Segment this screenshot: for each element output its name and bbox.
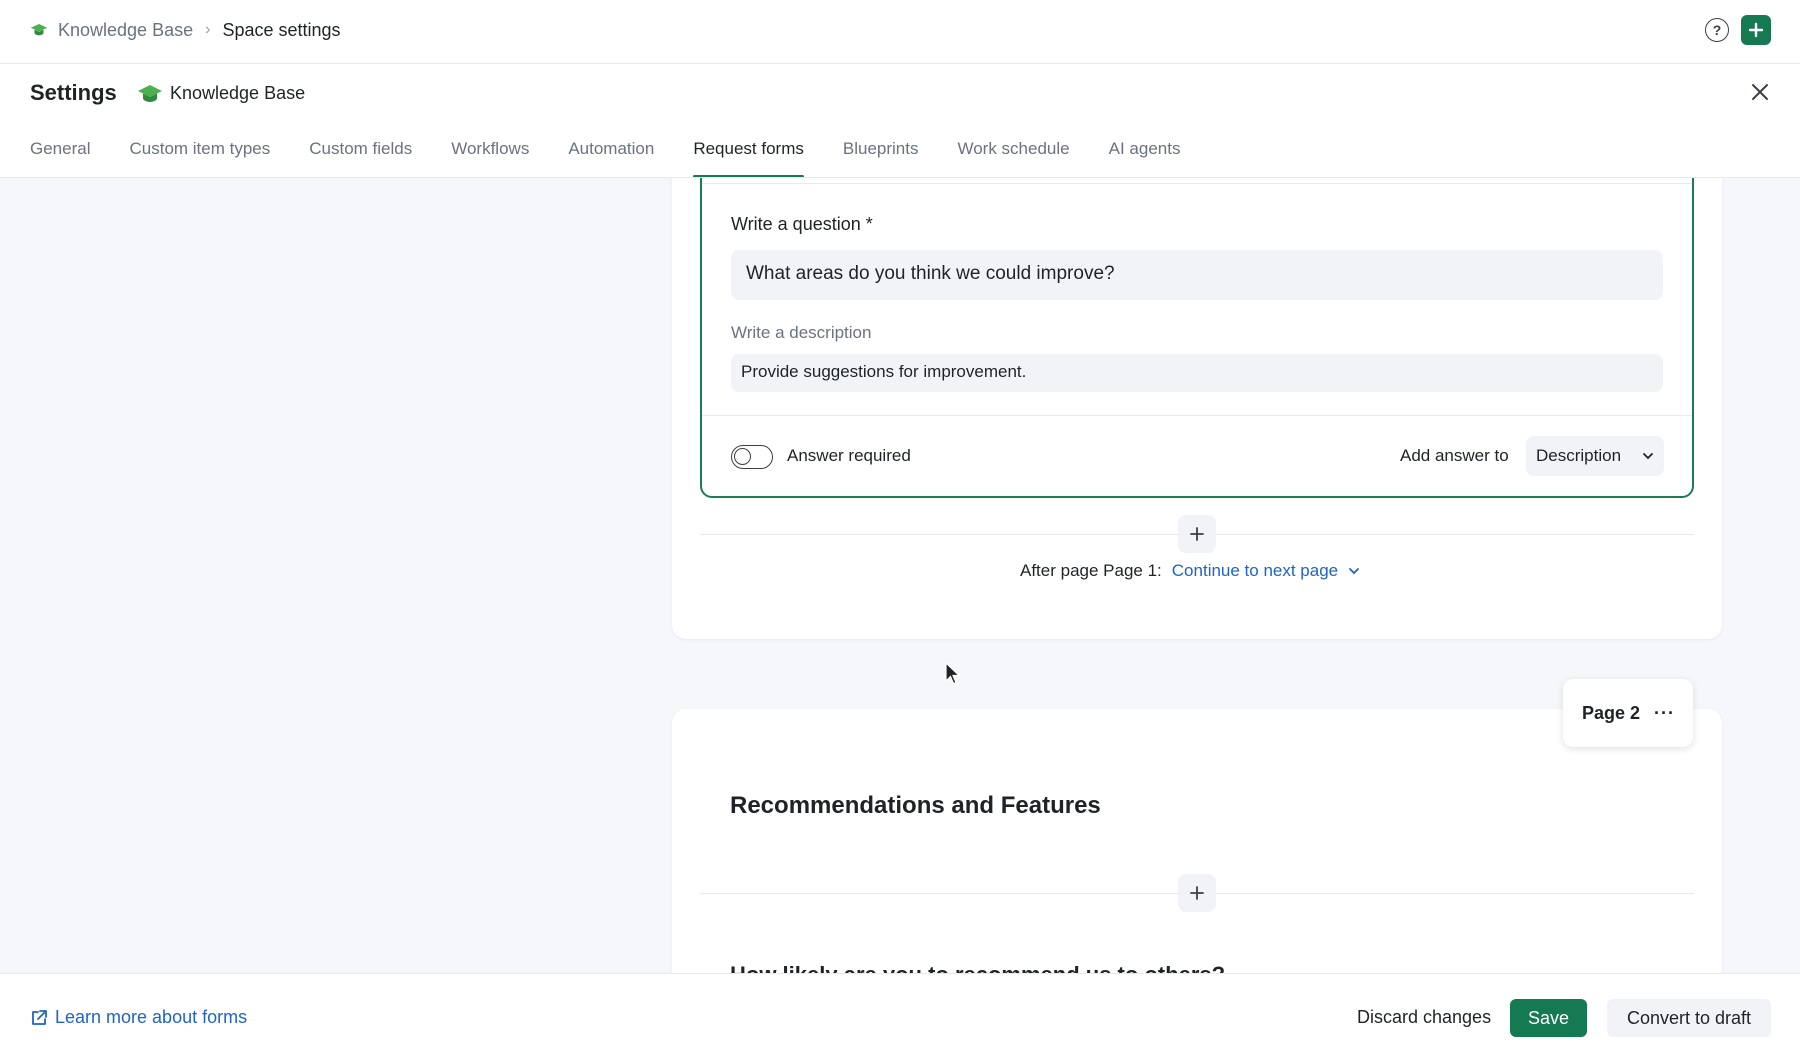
form-page-1-card: Write a question * What areas do you thi…	[672, 178, 1722, 639]
close-icon[interactable]	[1748, 80, 1772, 104]
description-input[interactable]: Provide suggestions for improvement.	[731, 354, 1663, 392]
tab-custom-fields[interactable]: Custom fields	[309, 128, 412, 178]
breadcrumb-knowledge-base[interactable]: Knowledge Base	[58, 20, 193, 41]
space-name: Knowledge Base	[170, 83, 306, 103]
tab-custom-item-types[interactable]: Custom item types	[129, 128, 270, 178]
space-chip: Knowledge Base	[138, 83, 305, 104]
learn-more-link[interactable]: Learn more about forms	[30, 1007, 247, 1028]
settings-tabs: General Custom item types Custom fields …	[30, 128, 1219, 178]
page-flow-value: Continue to next page	[1171, 561, 1339, 580]
toggle-knob	[734, 448, 751, 465]
create-button[interactable]	[1741, 15, 1771, 45]
description-label: Write a description	[731, 323, 872, 342]
tab-workflows[interactable]: Workflows	[451, 128, 529, 178]
page-2-label: Page 2	[1582, 702, 1641, 723]
chevron-right-icon: ›	[205, 21, 211, 38]
discard-changes-button[interactable]: Discard changes	[1357, 1007, 1491, 1028]
external-link-icon	[30, 1009, 48, 1027]
page-flow-select[interactable]: Continue to next page	[1172, 561, 1360, 581]
plus-icon	[1190, 886, 1204, 900]
add-answer-to-label: Add answer to	[1400, 446, 1509, 465]
add-question-button[interactable]	[1178, 515, 1216, 553]
graduation-cap-icon	[30, 21, 48, 39]
more-options-icon[interactable]: ···	[1654, 703, 1675, 724]
breadcrumb-current: Space settings	[222, 19, 341, 40]
question-label: Write a question *	[731, 214, 873, 234]
top-bar: Knowledge Base › Space settings ?	[0, 0, 1800, 64]
save-button[interactable]: Save	[1510, 999, 1587, 1037]
page-flow: After page Page 1: Continue to next page	[1020, 561, 1360, 581]
page-title: Settings	[30, 80, 117, 105]
question-input[interactable]: What areas do you think we could improve…	[731, 250, 1663, 300]
add-question-button[interactable]	[1178, 874, 1216, 912]
answer-required-label: Answer required	[787, 446, 911, 465]
question-editor: Write a question * What areas do you thi…	[700, 178, 1694, 498]
mouse-cursor-icon	[945, 662, 961, 685]
tab-work-schedule[interactable]: Work schedule	[957, 128, 1069, 178]
learn-more-label: Learn more about forms	[55, 1007, 248, 1027]
tab-request-forms[interactable]: Request forms	[693, 128, 804, 178]
page-flow-label: After page Page 1:	[1020, 561, 1162, 580]
plus-icon	[1190, 527, 1204, 541]
plus-icon	[1748, 22, 1764, 38]
form-page-2-card: Recommendations and Features How likely …	[672, 709, 1722, 973]
add-answer-to-value: Description	[1536, 446, 1622, 465]
section-title[interactable]: Recommendations and Features	[730, 792, 1101, 820]
divider	[702, 183, 1692, 184]
chevron-down-icon	[1643, 453, 1653, 460]
tab-general[interactable]: General	[30, 128, 90, 178]
chevron-down-icon	[1349, 568, 1360, 575]
graduation-cap-icon	[138, 84, 162, 104]
add-answer-to-select[interactable]: Description	[1526, 436, 1664, 476]
breadcrumb: Knowledge Base › Space settings	[30, 18, 341, 42]
answer-required-toggle[interactable]	[731, 445, 773, 469]
tab-automation[interactable]: Automation	[568, 128, 654, 178]
tab-blueprints[interactable]: Blueprints	[843, 128, 919, 178]
divider	[702, 415, 1692, 416]
convert-to-draft-button[interactable]: Convert to draft	[1607, 999, 1771, 1037]
next-question-title[interactable]: How likely are you to recommend us to ot…	[730, 962, 1225, 973]
page-2-badge: Page 2 ···	[1563, 679, 1693, 747]
help-icon[interactable]: ?	[1705, 18, 1729, 42]
tab-ai-agents[interactable]: AI agents	[1109, 128, 1181, 178]
footer-bar: Learn more about forms Discard changes S…	[0, 973, 1800, 1059]
form-editor-area: Write a question * What areas do you thi…	[0, 178, 1800, 973]
